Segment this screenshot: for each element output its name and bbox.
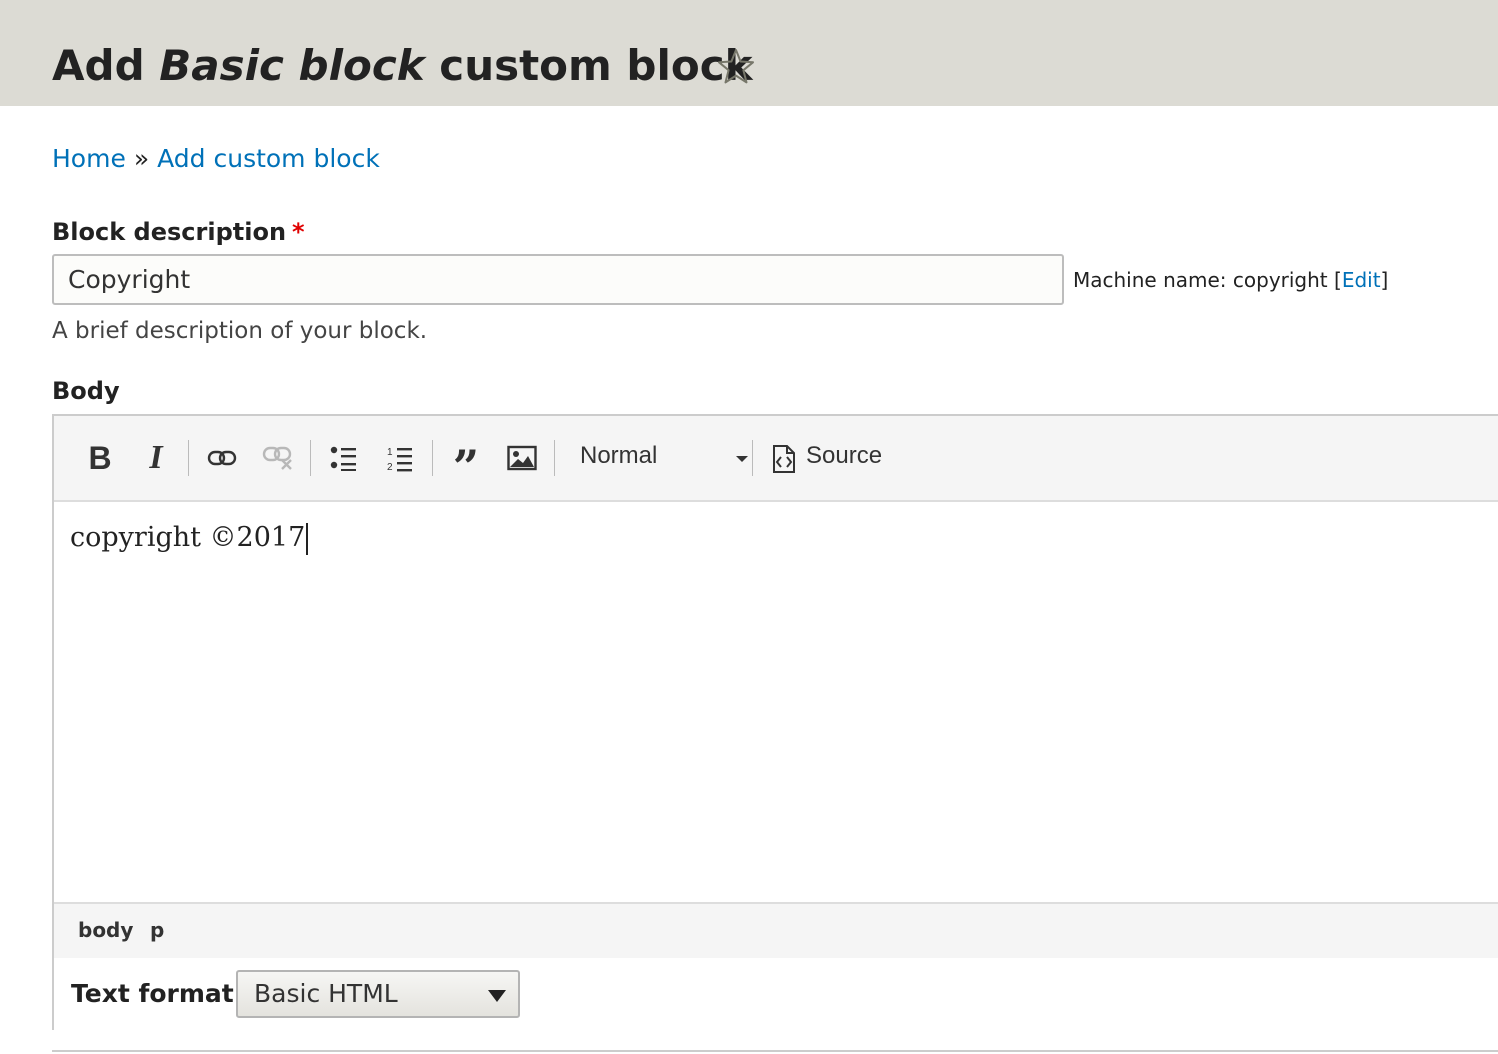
text-format-select[interactable]: Basic HTML bbox=[236, 970, 520, 1018]
breadcrumb-add-custom-block-link[interactable]: Add custom block bbox=[157, 144, 380, 173]
paragraph-format-dropdown[interactable]: Normal bbox=[566, 438, 750, 478]
editor-paragraph[interactable]: copyright ©2017 bbox=[70, 522, 305, 553]
block-description-help: A brief description of your block. bbox=[52, 318, 428, 344]
italic-button[interactable]: I bbox=[136, 438, 176, 478]
unlink-icon bbox=[262, 446, 292, 470]
link-icon bbox=[207, 450, 237, 466]
svg-text:2: 2 bbox=[387, 462, 393, 472]
image-icon bbox=[507, 445, 537, 471]
rich-text-editor: B I 1 2 ” Normal Source copyright ©2017 … bbox=[52, 414, 1498, 1032]
bold-button[interactable]: B bbox=[80, 438, 120, 478]
element-path-body[interactable]: body bbox=[78, 917, 133, 943]
block-type-name: Basic block bbox=[159, 41, 425, 90]
image-button[interactable] bbox=[502, 438, 542, 478]
required-marker: * bbox=[292, 218, 305, 246]
numbered-list-button[interactable]: 1 2 bbox=[380, 438, 420, 478]
italic-icon: I bbox=[149, 439, 163, 476]
editor-content-area[interactable]: copyright ©2017 bbox=[70, 520, 309, 556]
bold-icon: B bbox=[88, 439, 112, 476]
star-outline-icon[interactable] bbox=[716, 47, 756, 87]
breadcrumb-home-link[interactable]: Home bbox=[52, 144, 126, 173]
editor-toolbar: B I 1 2 ” Normal Source bbox=[54, 416, 1498, 502]
page-title: Add Basic block custom block bbox=[52, 41, 753, 90]
paragraph-format-value: Normal bbox=[580, 442, 658, 469]
bulleted-list-icon bbox=[330, 446, 356, 471]
toolbar-separator bbox=[752, 440, 753, 476]
toolbar-separator bbox=[432, 440, 433, 476]
blockquote-icon: ” bbox=[452, 440, 480, 494]
source-label: Source bbox=[806, 442, 883, 469]
machine-name: Machine name: copyright [Edit] bbox=[1073, 268, 1389, 292]
toolbar-separator bbox=[554, 440, 555, 476]
source-code-icon bbox=[773, 445, 795, 473]
element-path-bar: body p bbox=[54, 902, 1498, 960]
unlink-button[interactable] bbox=[258, 438, 298, 478]
dropdown-arrow-icon bbox=[488, 990, 506, 1002]
svg-text:1: 1 bbox=[387, 447, 393, 458]
body-label: Body bbox=[52, 377, 120, 405]
breadcrumb-separator: » bbox=[133, 144, 150, 173]
text-format-value: Basic HTML bbox=[254, 979, 398, 1008]
divider bbox=[52, 1050, 1498, 1052]
chevron-down-icon bbox=[736, 456, 748, 462]
bulleted-list-button[interactable] bbox=[324, 438, 364, 478]
blockquote-button[interactable]: ” bbox=[446, 438, 486, 494]
block-description-label: Block description * bbox=[52, 218, 305, 246]
text-format-label: Text format bbox=[71, 979, 234, 1008]
block-description-input[interactable]: Copyright bbox=[52, 254, 1064, 305]
page-header: Add Basic block custom block bbox=[0, 0, 1498, 106]
text-cursor bbox=[306, 522, 309, 555]
machine-name-edit-link[interactable]: Edit bbox=[1342, 268, 1381, 292]
breadcrumb: Home» Add custom block bbox=[52, 142, 380, 176]
toolbar-separator bbox=[188, 440, 189, 476]
link-button[interactable] bbox=[202, 438, 242, 478]
element-path-p[interactable]: p bbox=[150, 917, 164, 943]
toolbar-separator bbox=[310, 440, 311, 476]
numbered-list-icon: 1 2 bbox=[387, 447, 412, 472]
text-format-row: Text format Basic HTML bbox=[54, 958, 1498, 1032]
